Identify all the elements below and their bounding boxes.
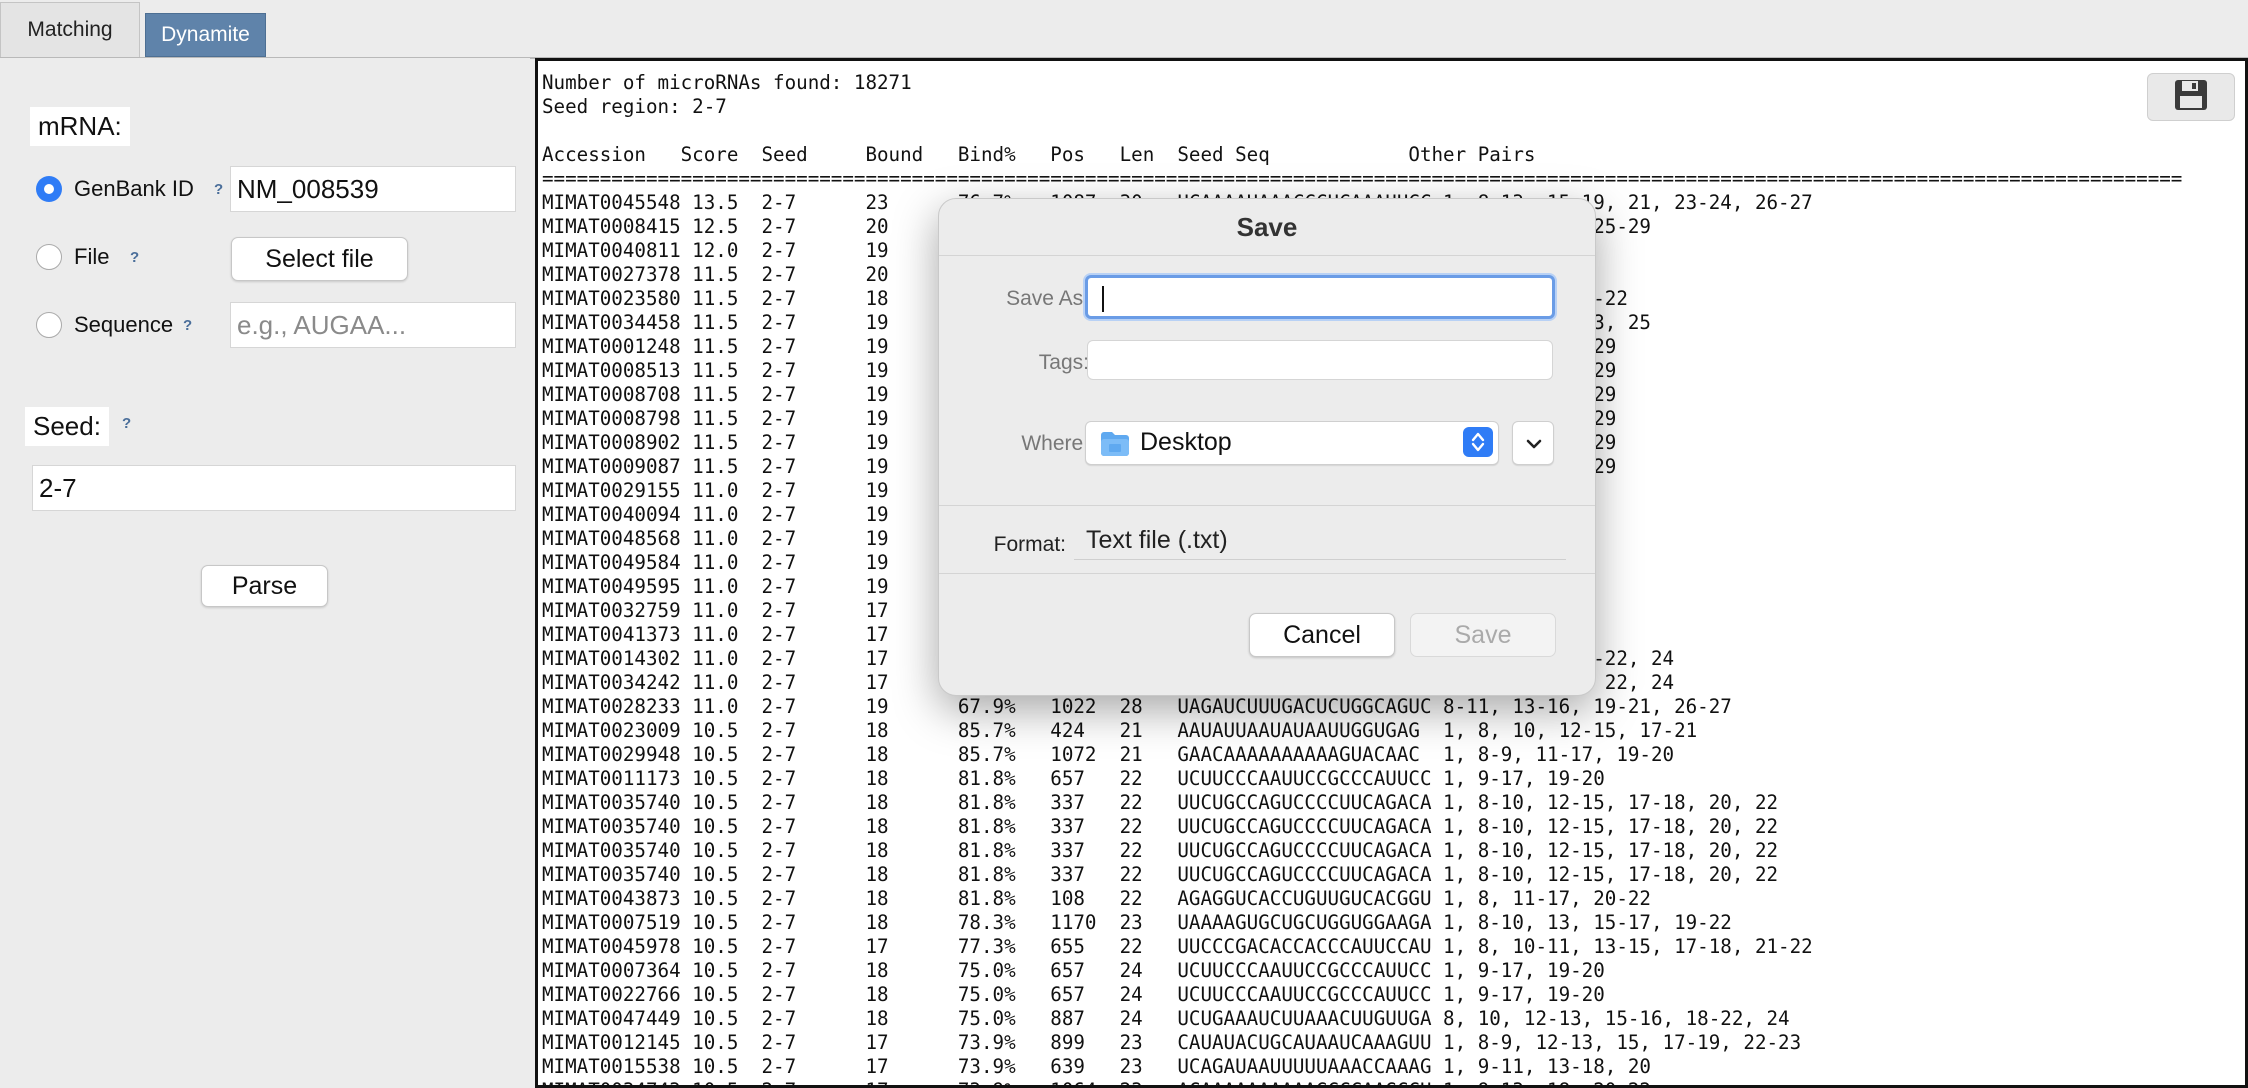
tags-input[interactable] xyxy=(1087,340,1553,380)
tags-label: Tags: xyxy=(1038,351,1089,374)
divider xyxy=(939,255,1595,256)
file-radio[interactable] xyxy=(36,244,62,270)
seed-label: Seed: xyxy=(25,407,109,446)
file-label: File xyxy=(74,244,110,269)
seed-help-icon[interactable]: ? xyxy=(122,415,131,432)
genbank-label: GenBank ID xyxy=(74,176,194,201)
format-select[interactable]: Text file (.txt) xyxy=(1074,522,1566,560)
sequence-radio[interactable] xyxy=(36,312,62,338)
tab-matching[interactable]: Matching xyxy=(0,2,140,57)
cancel-button[interactable]: Cancel xyxy=(1249,613,1395,657)
genbank-help-icon[interactable]: ? xyxy=(214,181,223,198)
folder-icon xyxy=(1100,431,1130,462)
parse-button[interactable]: Parse xyxy=(201,565,328,607)
floppy-disk-icon xyxy=(2174,79,2208,116)
expand-dialog-button[interactable] xyxy=(1512,421,1554,465)
up-down-arrows-icon xyxy=(1463,427,1493,457)
where-value: Desktop xyxy=(1140,428,1232,456)
chevron-down-icon xyxy=(1524,435,1544,458)
tab-bar: Matching Dynamite xyxy=(0,0,2248,59)
sequence-help-icon[interactable]: ? xyxy=(183,317,192,334)
file-help-icon[interactable]: ? xyxy=(130,249,139,266)
format-label: Format: xyxy=(993,533,1066,556)
text-caret xyxy=(1102,286,1104,312)
divider xyxy=(939,505,1595,506)
sequence-input[interactable]: e.g., AUGAA... xyxy=(230,302,516,348)
where-popup[interactable]: Desktop xyxy=(1085,421,1499,465)
genbank-id-input[interactable]: NM_008539 xyxy=(230,166,516,212)
select-file-button[interactable]: Select file xyxy=(231,237,408,281)
tab-dynamite[interactable]: Dynamite xyxy=(145,13,266,57)
save-as-label: Save As: xyxy=(1006,287,1089,310)
save-dialog: Save Save As: Tags: Where: Desktop Forma… xyxy=(938,198,1596,696)
genbank-radio[interactable] xyxy=(36,176,62,202)
mrna-label: mRNA: xyxy=(30,107,130,146)
where-label: Where: xyxy=(1021,432,1089,455)
save-as-input[interactable] xyxy=(1085,275,1555,319)
save-results-button[interactable] xyxy=(2147,73,2235,121)
input-panel: mRNA: GenBank ID ? NM_008539 File ? Sele… xyxy=(0,58,530,1088)
divider xyxy=(939,573,1595,574)
sequence-label: Sequence xyxy=(74,312,174,337)
save-button[interactable]: Save xyxy=(1410,613,1556,657)
seed-input[interactable]: 2-7 xyxy=(32,465,516,511)
dialog-title: Save xyxy=(1236,212,1298,242)
